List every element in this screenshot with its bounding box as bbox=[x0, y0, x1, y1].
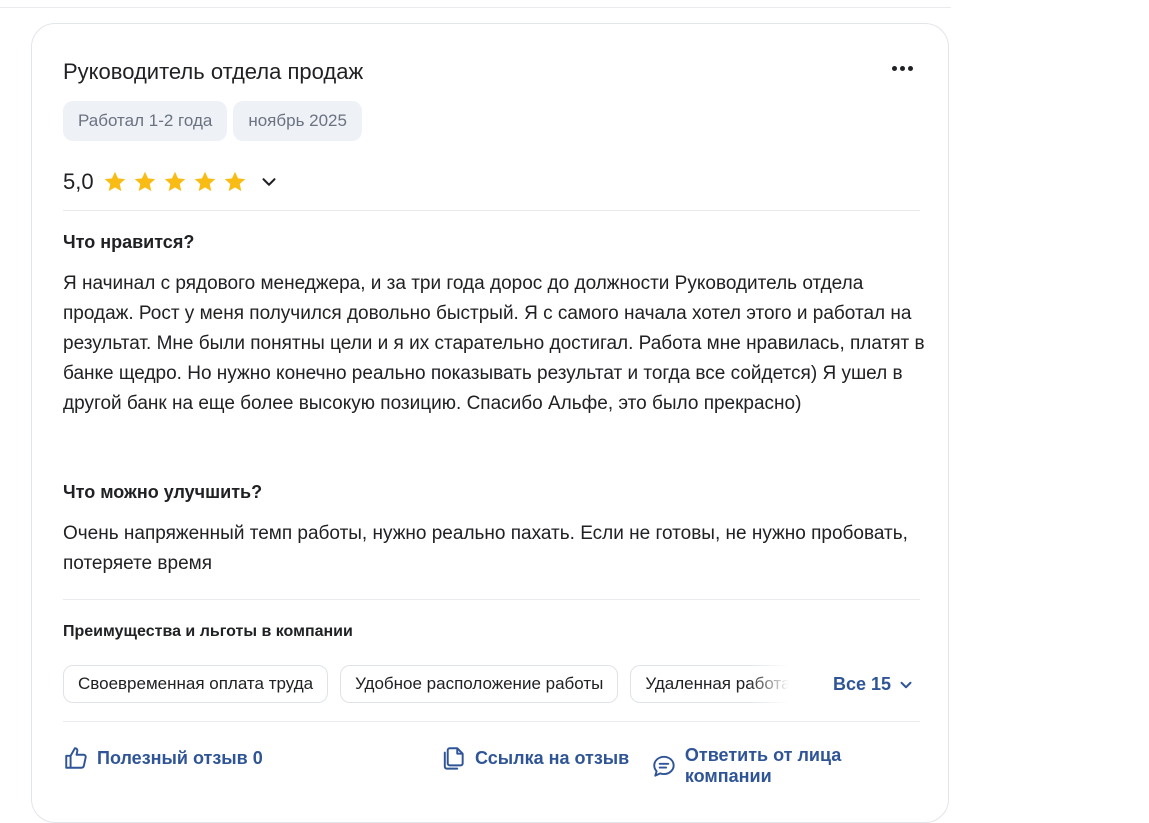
divider bbox=[63, 721, 920, 722]
copy-link-button[interactable]: Ссылка на отзыв bbox=[441, 745, 629, 771]
rating-value: 5,0 bbox=[63, 169, 94, 194]
more-options-button[interactable] bbox=[884, 54, 920, 82]
benefit-chip: Удобное расположение работы bbox=[340, 665, 619, 703]
improve-title: Что можно улучшить? bbox=[63, 482, 263, 502]
likes-text: Я начинал с рядового менеджера, и за три… bbox=[63, 273, 925, 414]
star-icon bbox=[164, 171, 185, 192]
helpful-label: Полезный отзыв 0 bbox=[97, 747, 263, 768]
divider bbox=[63, 599, 920, 600]
top-divider bbox=[0, 7, 951, 8]
rating-row: 5,0 bbox=[63, 169, 280, 195]
benefits-title: Преимущества и льготы в компании bbox=[63, 623, 353, 640]
copy-icon bbox=[443, 747, 464, 770]
chevron-down-icon bbox=[900, 681, 912, 688]
chat-icon bbox=[653, 755, 675, 777]
star-icon bbox=[104, 171, 125, 192]
show-all-label: Все 15 bbox=[833, 674, 892, 694]
likes-title: Что нравится? bbox=[63, 232, 195, 252]
dots-icon bbox=[891, 65, 897, 71]
benefits-list: Своевременная оплата труда Удобное распо… bbox=[63, 665, 789, 705]
tag-date: ноябрь 2025 bbox=[233, 101, 362, 141]
chevron-down-icon[interactable] bbox=[258, 171, 280, 193]
tag-experience: Работал 1-2 года bbox=[63, 101, 228, 141]
thumbs-up-icon bbox=[65, 747, 87, 769]
review-card: Руководитель отдела продаж Работал 1-2 г… bbox=[31, 23, 949, 823]
rating-stars bbox=[102, 169, 252, 195]
benefits-fade bbox=[749, 665, 789, 705]
star-icon bbox=[224, 171, 245, 192]
star-icon bbox=[194, 171, 215, 192]
review-actions: Полезный отзыв 0 Ссылка на отзыв Ответит… bbox=[63, 745, 923, 786]
helpful-button[interactable]: Полезный отзыв 0 bbox=[63, 745, 263, 771]
star-icon bbox=[134, 171, 155, 192]
reply-button[interactable]: Ответить от лица компании bbox=[651, 745, 923, 787]
divider bbox=[63, 210, 920, 211]
benefit-chip: Своевременная оплата труда bbox=[63, 665, 329, 703]
reply-label: Ответить от лица компании bbox=[684, 745, 842, 786]
improve-text: Очень напряженный темп работы, нужно реа… bbox=[63, 523, 908, 574]
show-all-benefits-button[interactable]: Все 15 bbox=[833, 674, 915, 695]
review-tags: Работал 1-2 года ноябрь 2025 bbox=[63, 101, 362, 141]
review-title: Руководитель отдела продаж bbox=[63, 59, 364, 84]
copy-link-label: Ссылка на отзыв bbox=[475, 747, 630, 768]
